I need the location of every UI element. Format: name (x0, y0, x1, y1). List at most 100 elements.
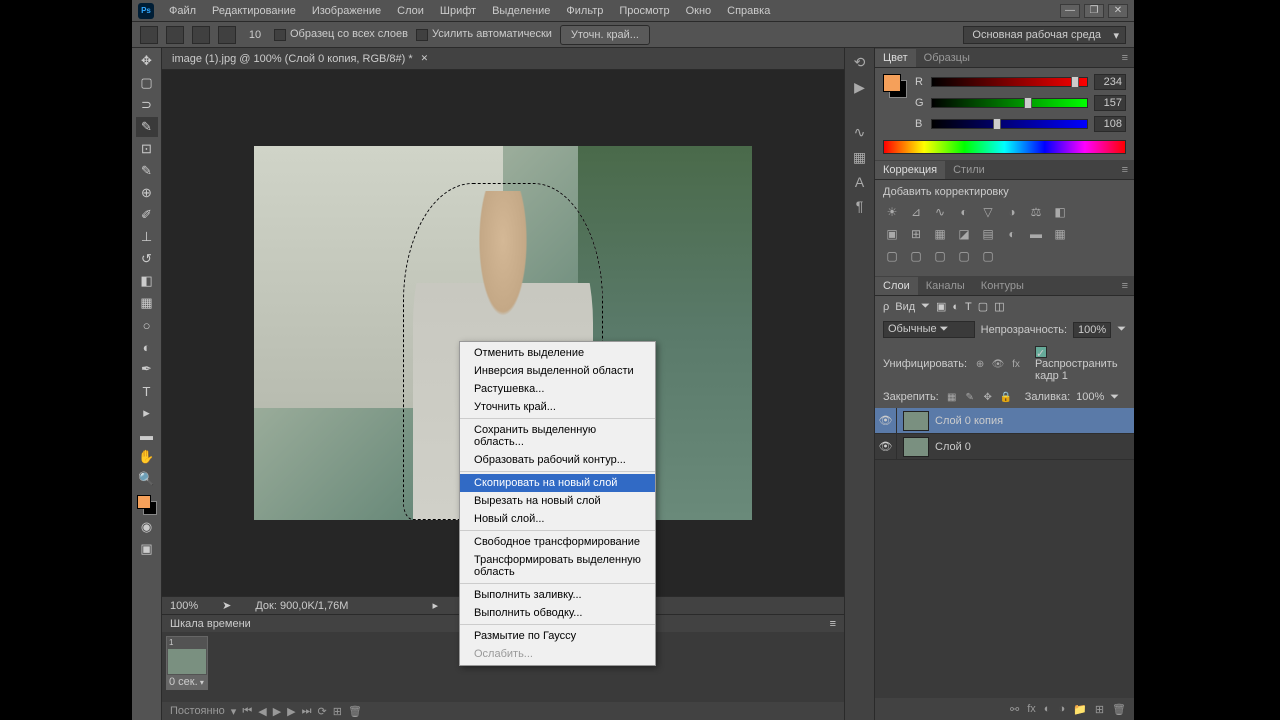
lasso-tool[interactable]: ⊃ (136, 95, 158, 115)
zoom-level[interactable]: 100% (170, 600, 198, 612)
preset3-icon[interactable]: ▢ (931, 248, 949, 264)
delete-frame-icon[interactable]: 🗑 (348, 705, 362, 718)
layer-name[interactable]: Слой 0 копия (935, 415, 1003, 427)
para-dock-icon[interactable]: ¶ (856, 198, 864, 214)
blend-mode-select[interactable]: Обычные ⏷ (883, 321, 975, 338)
menu-help[interactable]: Справка (720, 2, 777, 20)
prev-frame-icon[interactable]: ◀ (258, 705, 266, 718)
path-select-tool[interactable]: ▸ (136, 403, 158, 423)
menu-layer[interactable]: Слои (390, 2, 431, 20)
ctx-free-transform[interactable]: Свободное трансформирование (460, 533, 655, 551)
adjustments-tab[interactable]: Коррекция (875, 161, 945, 179)
menu-edit[interactable]: Редактирование (205, 2, 303, 20)
workspace-selector[interactable]: Основная рабочая среда (963, 26, 1126, 44)
ctx-gaussian-blur[interactable]: Размытие по Гауссу (460, 627, 655, 645)
dodge-tool[interactable]: ◐ (136, 337, 158, 357)
invert-icon[interactable]: ◪ (955, 226, 973, 242)
brush-tool[interactable]: ✐ (136, 205, 158, 225)
maximize-button[interactable]: ❐ (1084, 4, 1104, 18)
menu-type[interactable]: Шрифт (433, 2, 483, 20)
brush-picker-icon[interactable] (218, 26, 236, 44)
adjust-panel-menu-icon[interactable]: ≡ (1116, 164, 1134, 176)
opacity-input[interactable]: 100% (1073, 322, 1111, 338)
close-tab-icon[interactable]: ✕ (421, 53, 429, 64)
ctx-stroke[interactable]: Выполнить обводку... (460, 604, 655, 622)
layers-panel-menu-icon[interactable]: ≡ (1116, 280, 1134, 292)
preset2-icon[interactable]: ▢ (907, 248, 925, 264)
preset1-icon[interactable]: ▢ (883, 248, 901, 264)
unify-vis-icon[interactable]: 👁 (991, 357, 1005, 371)
filter-pixel-icon[interactable]: ▣ (936, 300, 946, 313)
filter-smart-icon[interactable]: ◫ (994, 300, 1004, 313)
healing-tool[interactable]: ⊕ (136, 183, 158, 203)
exposure-icon[interactable]: ◐ (955, 204, 973, 220)
frame-duration[interactable]: 0 сек. ▾ (167, 675, 207, 689)
ctx-cut-layer[interactable]: Вырезать на новый слой (460, 492, 655, 510)
fill-input[interactable]: 100% (1076, 391, 1104, 403)
screenmode-tool[interactable]: ▣ (136, 539, 158, 559)
gradient-map-icon[interactable]: ▬ (1027, 226, 1045, 242)
brush-subtract-icon[interactable] (192, 26, 210, 44)
timeline-frame[interactable]: 1 0 сек. ▾ (166, 636, 208, 690)
channel-mixer-icon[interactable]: ⊞ (907, 226, 925, 242)
ctx-feather[interactable]: Растушевка... (460, 380, 655, 398)
swatches-tab[interactable]: Образцы (916, 49, 978, 67)
brush-dock-icon[interactable]: ∿ (854, 124, 866, 141)
threshold-icon[interactable]: ◐ (1003, 226, 1021, 242)
unify-pos-icon[interactable]: ⊕ (973, 357, 987, 371)
levels-icon[interactable]: ⊿ (907, 204, 925, 220)
pen-tool[interactable]: ✒ (136, 359, 158, 379)
last-frame-icon[interactable]: ⏭ (302, 705, 312, 718)
crop-tool[interactable]: ⊡ (136, 139, 158, 159)
r-value[interactable]: 234 (1094, 74, 1126, 90)
layer-row[interactable]: 👁 Слой 0 копия (875, 408, 1134, 434)
delete-layer-icon[interactable]: 🗑 (1112, 703, 1126, 716)
visibility-icon[interactable]: 👁 (875, 434, 897, 459)
new-layer-icon[interactable]: ⊞ (1095, 703, 1104, 716)
history-dock-icon[interactable]: ⟲ (854, 54, 866, 71)
char-dock-icon[interactable]: A (855, 174, 864, 190)
bw-icon[interactable]: ◧ (1051, 204, 1069, 220)
visibility-icon[interactable]: 👁 (875, 408, 897, 433)
brightness-icon[interactable]: ☀ (883, 204, 901, 220)
document-tab[interactable]: image (1).jpg @ 100% (Слой 0 копия, RGB/… (162, 48, 844, 70)
menu-filter[interactable]: Фильтр (559, 2, 610, 20)
layer-thumbnail[interactable] (903, 411, 929, 431)
loop-selector[interactable]: Постоянно (170, 705, 225, 717)
menu-image[interactable]: Изображение (305, 2, 388, 20)
lookup-icon[interactable]: ▦ (931, 226, 949, 242)
menu-window[interactable]: Окно (679, 2, 719, 20)
sample-all-checkbox[interactable]: Образец со всех слоев (274, 28, 408, 40)
eyedropper-tool[interactable]: ✎ (136, 161, 158, 181)
arrow-icon[interactable]: ➤ (222, 599, 231, 612)
type-tool[interactable]: T (136, 381, 158, 401)
play-icon[interactable]: ▶ (273, 705, 281, 718)
styles-tab[interactable]: Стили (945, 161, 993, 179)
quick-select-tool[interactable]: ✎ (136, 117, 158, 137)
color-swatch[interactable] (137, 495, 157, 515)
layer-name[interactable]: Слой 0 (935, 441, 971, 453)
photo-filter-icon[interactable]: ▣ (883, 226, 901, 242)
ctx-new-layer[interactable]: Новый слой... (460, 510, 655, 528)
menu-file[interactable]: Файл (162, 2, 203, 20)
tween-icon[interactable]: ⟳ (318, 705, 327, 718)
first-frame-icon[interactable]: ⏮ (242, 705, 252, 718)
new-group-icon[interactable]: 📁 (1073, 703, 1087, 716)
swatches-dock-icon[interactable]: ▦ (853, 149, 866, 166)
zoom-tool[interactable]: 🔍 (136, 469, 158, 489)
r-slider[interactable] (931, 77, 1088, 87)
color-panel-menu-icon[interactable]: ≡ (1116, 52, 1134, 64)
ctx-make-path[interactable]: Образовать рабочий контур... (460, 451, 655, 469)
preset5-icon[interactable]: ▢ (979, 248, 997, 264)
play-icon[interactable]: ▸ (432, 599, 438, 612)
blur-tool[interactable]: ○ (136, 315, 158, 335)
timeline-menu-icon[interactable]: ≡ (830, 618, 836, 630)
lock-trans-icon[interactable]: ▦ (945, 390, 959, 404)
filter-kind[interactable]: Вид (895, 301, 915, 313)
color-panel-swatch[interactable] (883, 74, 907, 98)
channels-tab[interactable]: Каналы (918, 277, 973, 295)
selective-icon[interactable]: ▦ (1051, 226, 1069, 242)
stamp-tool[interactable]: ⊥ (136, 227, 158, 247)
next-frame-icon[interactable]: ▶ (287, 705, 295, 718)
menu-select[interactable]: Выделение (485, 2, 557, 20)
